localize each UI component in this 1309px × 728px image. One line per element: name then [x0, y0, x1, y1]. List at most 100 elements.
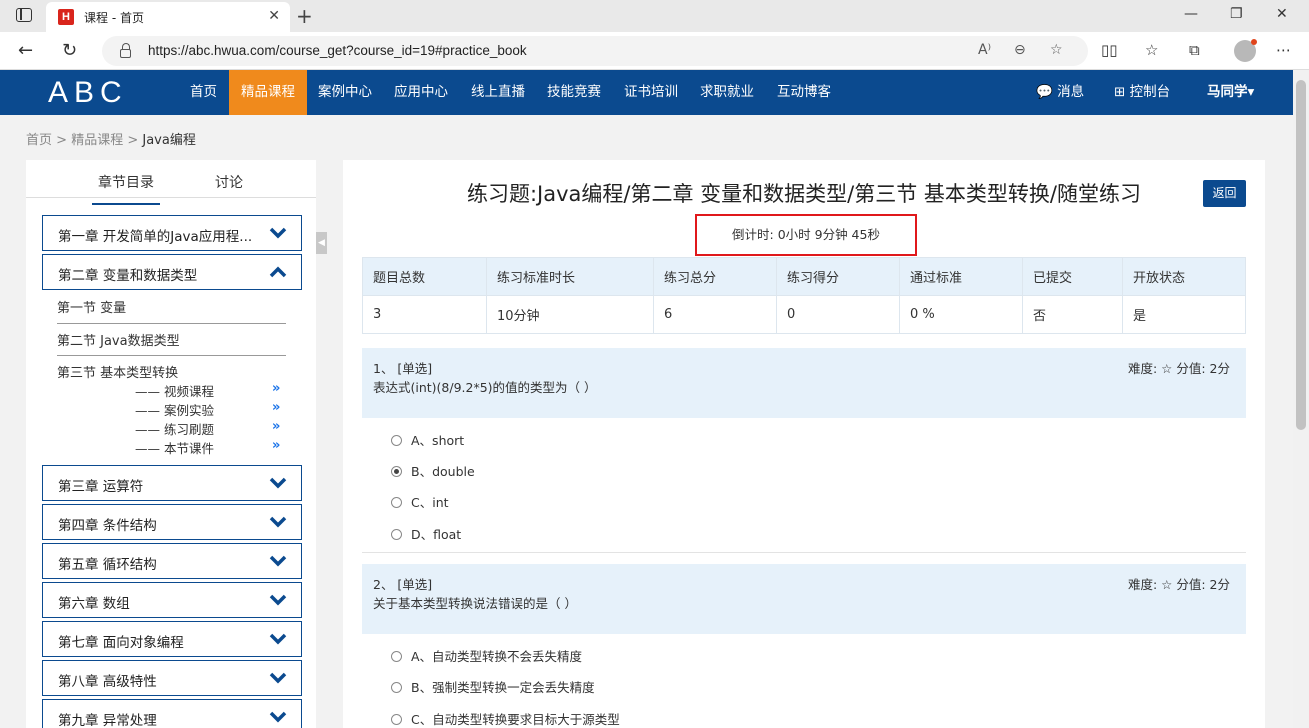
countdown-timer: 倒计时: 0小时 9分钟 45秒 — [695, 214, 917, 256]
nav-competition[interactable]: 技能竞赛 — [547, 70, 601, 115]
radio-button-checked[interactable] — [391, 466, 402, 477]
dashboard-label: 控制台 — [1129, 84, 1171, 100]
radio-button[interactable] — [391, 714, 402, 725]
practice-panel: 练习题:Java编程/第二章 变量和数据类型/第三节 基本类型转换/随堂练习 返… — [343, 160, 1265, 728]
breadcrumb-current: Java编程 — [142, 133, 196, 148]
nav-live[interactable]: 线上直播 — [471, 70, 525, 115]
back-arrow-icon[interactable]: ← — [18, 40, 33, 61]
chapter-item[interactable]: 第五章 循环结构 — [42, 543, 302, 579]
dashboard-link[interactable]: ⊞ 控制台 — [1114, 70, 1170, 115]
chapter-sidebar: 章节目录 讨论 第一章 开发简单的Java应用程... 第二章 变量和数据类型 … — [26, 160, 316, 728]
nav-home[interactable]: 首页 — [190, 70, 217, 115]
split-screen-icon[interactable]: ▯▯ — [1101, 41, 1118, 59]
double-chevron-icon[interactable]: » — [272, 438, 281, 453]
answer-option[interactable]: A、自动类型转换不会丢失精度 — [391, 646, 582, 665]
sub-item-video[interactable]: —— 视频课程 — [135, 381, 214, 400]
url-field[interactable]: https://abc.hwua.com/course_get?course_i… — [102, 36, 1088, 66]
stats-header: 开放状态 — [1122, 257, 1246, 296]
double-chevron-icon[interactable]: » — [272, 419, 281, 434]
answer-option[interactable]: D、float — [391, 524, 461, 543]
radio-button[interactable] — [391, 651, 402, 662]
refresh-icon[interactable]: ↻ — [62, 40, 77, 61]
tab-chapters[interactable]: 章节目录 — [92, 172, 160, 205]
nav-jobs[interactable]: 求职就业 — [700, 70, 754, 115]
close-tab-icon[interactable]: ✕ — [268, 8, 280, 24]
collapse-sidebar-toggle[interactable]: ◀ — [316, 232, 327, 254]
zoom-icon[interactable]: ⊖ — [1014, 42, 1026, 58]
chapter-item[interactable]: 第九章 异常处理 — [42, 699, 302, 728]
chapter-label: 第四章 条件结构 — [58, 518, 157, 534]
radio-button[interactable] — [391, 682, 402, 693]
tab-actions-icon[interactable] — [16, 8, 32, 22]
chapter-item[interactable]: 第四章 条件结构 — [42, 504, 302, 540]
answer-option[interactable]: A、short — [391, 430, 464, 449]
answer-option[interactable]: B、强制类型转换一定会丢失精度 — [391, 677, 595, 696]
page-scrollbar[interactable] — [1293, 70, 1309, 728]
stats-value: 6 — [653, 295, 777, 334]
lock-icon[interactable] — [120, 43, 131, 58]
chapter-item[interactable]: 第八章 高级特性 — [42, 660, 302, 696]
chapter-label: 第八章 高级特性 — [58, 674, 157, 690]
stats-value: 3 — [362, 295, 487, 334]
browser-tab[interactable]: H 课程 - 首页 ✕ — [46, 2, 290, 32]
breadcrumb-home[interactable]: 首页 — [26, 133, 52, 148]
double-chevron-icon[interactable]: » — [272, 400, 281, 415]
chevron-up-icon — [269, 266, 287, 278]
radio-button[interactable] — [391, 435, 402, 446]
user-menu[interactable]: 马同学▾ — [1207, 70, 1254, 115]
chapter-label: 第六章 数组 — [58, 596, 130, 612]
nav-case-center[interactable]: 案例中心 — [318, 70, 372, 115]
section-item[interactable]: 第一节 变量 — [57, 297, 126, 316]
messages-link[interactable]: 💬 消息 — [1036, 70, 1084, 115]
nav-certificate[interactable]: 证书培训 — [624, 70, 678, 115]
nav-blog[interactable]: 互动博客 — [777, 70, 831, 115]
stats-value: 0 — [776, 295, 900, 334]
minimize-icon[interactable]: — — [1184, 6, 1198, 22]
chevron-down-icon — [269, 711, 287, 723]
favorites-icon[interactable]: ☆ — [1145, 41, 1158, 59]
profile-avatar[interactable] — [1234, 39, 1257, 62]
chapter-item[interactable]: 第一章 开发简单的Java应用程... — [42, 215, 302, 251]
read-aloud-icon[interactable]: A⁾ — [978, 42, 991, 58]
tab-discussion[interactable]: 讨论 — [215, 172, 243, 192]
scroll-thumb[interactable] — [1296, 80, 1306, 430]
breadcrumb-courses[interactable]: 精品课程 — [71, 133, 123, 148]
chapter-item[interactable]: 第六章 数组 — [42, 582, 302, 618]
back-button[interactable]: 返回 — [1203, 180, 1246, 207]
question-header: 2、 [单选] 关于基本类型转换说法错误的是（ ） 难度: ☆ 分值: 2分 — [362, 564, 1246, 634]
new-tab-icon[interactable]: + — [296, 4, 313, 28]
radio-button[interactable] — [391, 529, 402, 540]
stats-value: 是 — [1122, 295, 1246, 334]
chapter-label: 第三章 运算符 — [58, 479, 144, 495]
double-chevron-icon[interactable]: » — [272, 381, 281, 396]
sidebar-tabs: 章节目录 讨论 — [26, 160, 316, 205]
favorite-add-icon[interactable]: ☆ — [1050, 42, 1063, 58]
question-divider — [362, 552, 1246, 553]
nav-app-center[interactable]: 应用中心 — [394, 70, 448, 115]
section-item[interactable]: 第二节 Java数据类型 — [57, 330, 180, 349]
nav-premium-courses[interactable]: 精品课程 — [229, 70, 307, 115]
answer-option[interactable]: B、double — [391, 461, 475, 480]
sub-item-slides[interactable]: —— 本节课件 — [135, 438, 214, 457]
chapter-item[interactable]: 第七章 面向对象编程 — [42, 621, 302, 657]
radio-button[interactable] — [391, 497, 402, 508]
answer-option[interactable]: C、int — [391, 492, 449, 511]
chapter-label: 第二章 变量和数据类型 — [58, 268, 198, 284]
window-close-icon[interactable]: ✕ — [1276, 6, 1288, 22]
address-bar: ← ↻ https://abc.hwua.com/course_get?cour… — [0, 32, 1309, 70]
collections-icon[interactable]: ⧉ — [1189, 41, 1200, 59]
chapter-item-expanded[interactable]: 第二章 变量和数据类型 — [42, 254, 302, 290]
sub-item-practice[interactable]: —— 练习刷题 — [135, 419, 214, 438]
question-text: 表达式(int)(8/9.2*5)的值的类型为（ ） — [373, 380, 597, 395]
chevron-down-icon — [269, 633, 287, 645]
message-icon: 💬 — [1036, 84, 1053, 100]
answer-option[interactable]: C、自动类型转换要求目标大于源类型 — [391, 709, 620, 728]
chapter-item[interactable]: 第三章 运算符 — [42, 465, 302, 501]
site-logo[interactable]: ABC — [48, 78, 128, 108]
section-divider — [57, 323, 286, 324]
restore-icon[interactable]: ❐ — [1230, 6, 1243, 22]
sub-item-lab[interactable]: —— 案例实验 — [135, 400, 214, 419]
more-menu-icon[interactable]: ⋯ — [1276, 41, 1291, 59]
stats-header: 练习得分 — [776, 257, 900, 296]
section-item-active[interactable]: 第三节 基本类型转换 — [57, 362, 178, 381]
